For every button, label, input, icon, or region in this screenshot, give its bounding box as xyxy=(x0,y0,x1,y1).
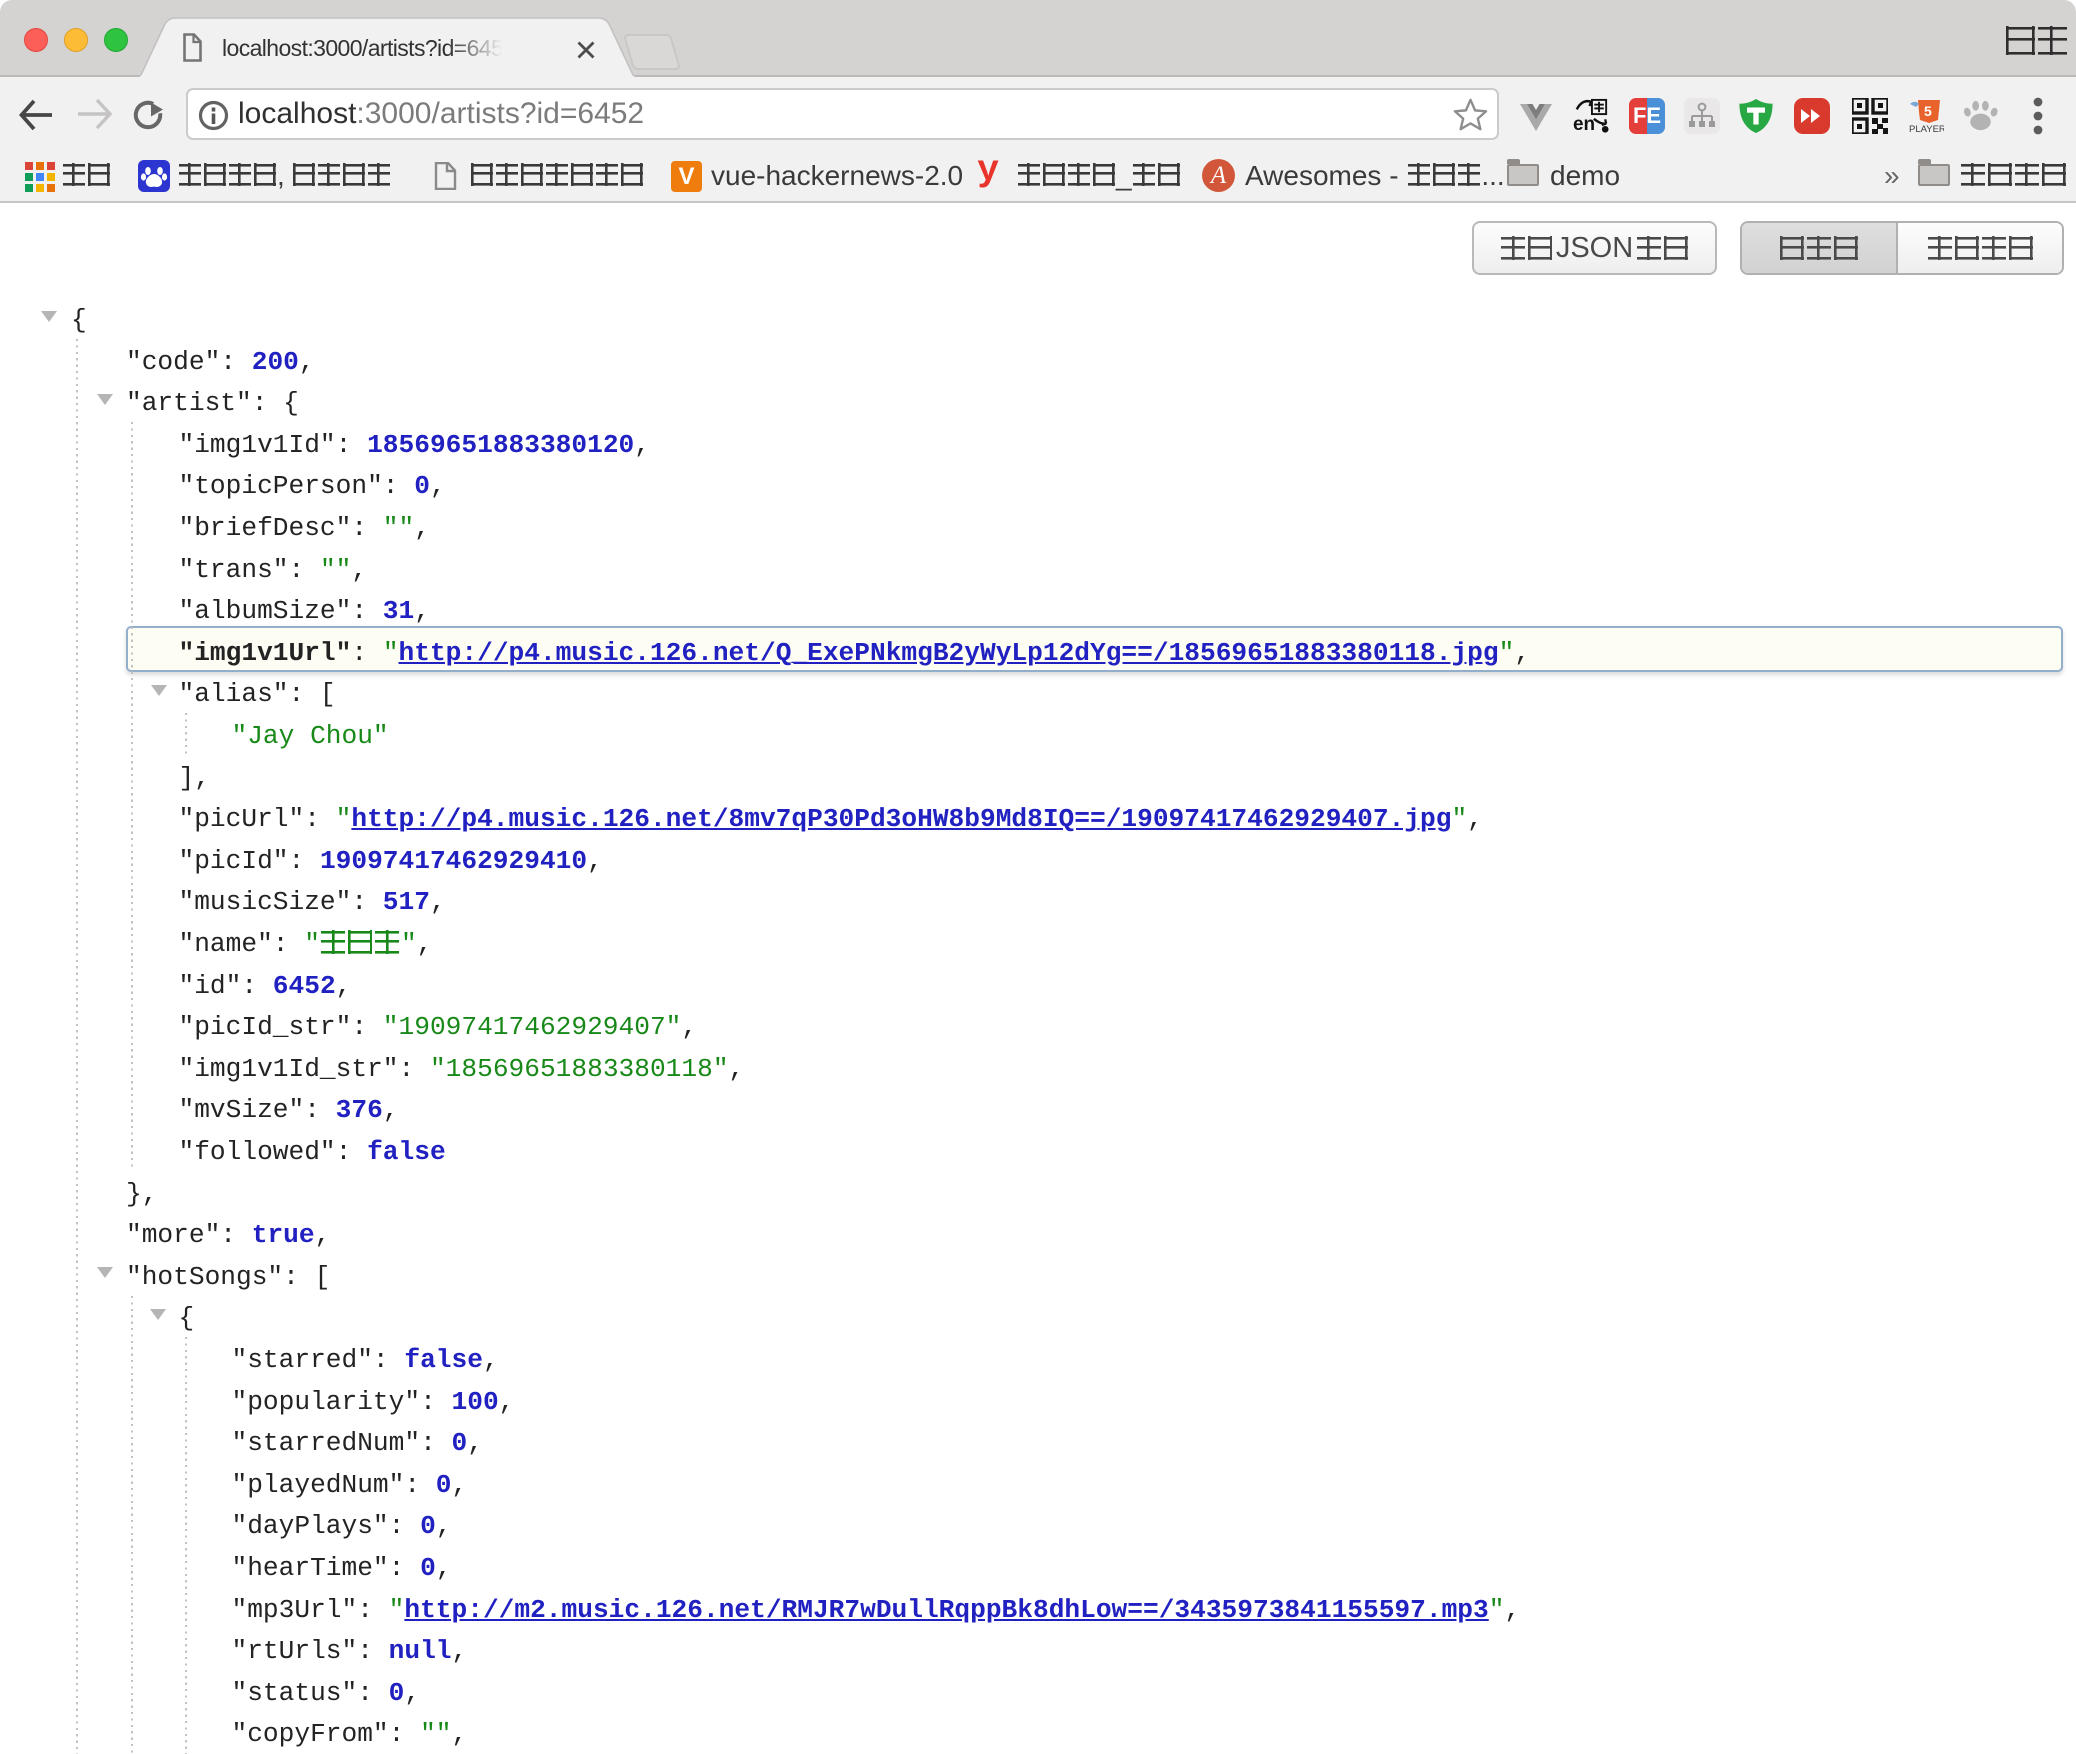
svg-text:PLAYER: PLAYER xyxy=(1909,124,1944,134)
svg-text:en: en xyxy=(1573,114,1595,134)
svg-text:5: 5 xyxy=(1924,103,1932,119)
